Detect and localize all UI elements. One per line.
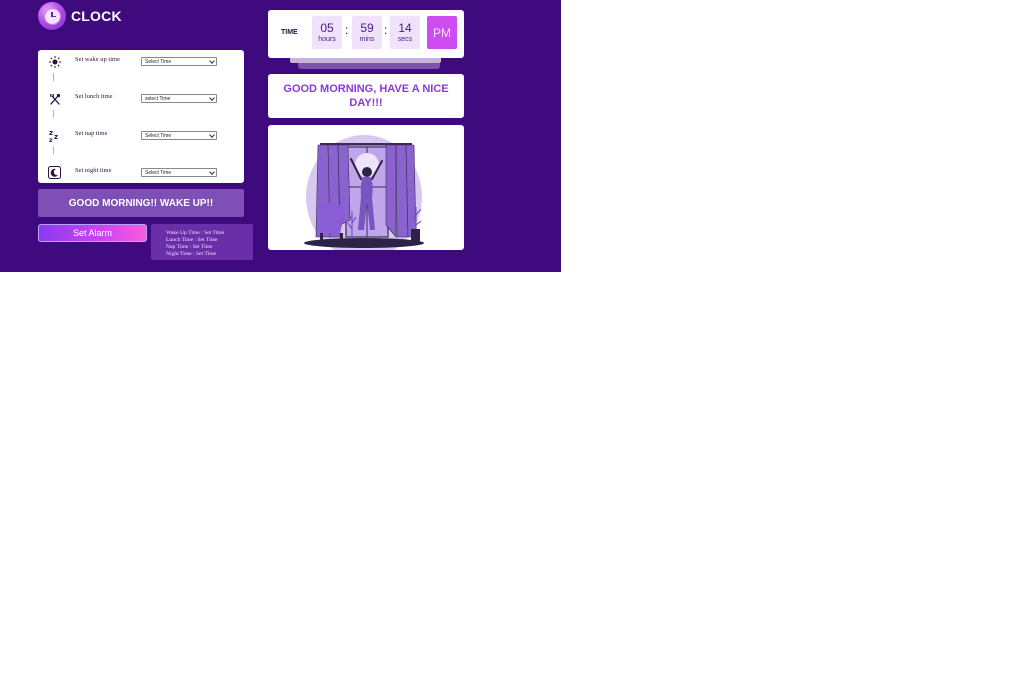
wake-up-banner: GOOD MORNING!! WAKE UP!! bbox=[38, 189, 244, 217]
set-alarm-button[interactable]: Set Alarm bbox=[38, 224, 147, 242]
lunch-time-label: Set lunch time bbox=[75, 93, 113, 100]
nap-time-select[interactable]: Select Time bbox=[141, 131, 217, 140]
seconds-value: 14 bbox=[398, 21, 412, 35]
time-label: TIME bbox=[281, 29, 298, 36]
night-time-label: Set night time bbox=[75, 167, 112, 174]
summary-nap: Nap Time : Set Time bbox=[166, 244, 213, 250]
schedule-row-lunch: Set lunch time select Time bbox=[38, 91, 244, 107]
chevron-down-icon bbox=[209, 95, 215, 101]
hours-unit: hours bbox=[318, 36, 336, 43]
schedule-row-wake: Set wake up time Select Time bbox=[38, 54, 244, 70]
schedule-row-nap: zzz Set nap time Select Time bbox=[38, 128, 244, 144]
sleep-zzz-icon: zzz bbox=[48, 129, 61, 142]
time-separator: : bbox=[384, 23, 388, 37]
morning-illustration bbox=[268, 125, 464, 250]
seconds-unit: secs bbox=[397, 36, 413, 43]
chevron-down-icon bbox=[209, 169, 215, 175]
minutes-value: 59 bbox=[360, 21, 374, 35]
svg-text:z: z bbox=[49, 129, 53, 137]
svg-text:z: z bbox=[54, 133, 58, 141]
moon-icon bbox=[48, 166, 61, 179]
hours-box: 05 hours bbox=[312, 16, 342, 49]
summary-lunch: Lunch Time : Set Time bbox=[166, 237, 218, 243]
timeline-connector bbox=[53, 146, 54, 154]
minutes-box: 59 mins bbox=[352, 16, 382, 49]
time-separator: : bbox=[345, 23, 349, 37]
app-container: CLOCK Set wake up time Select Time Set l… bbox=[0, 0, 561, 272]
nap-time-label: Set nap time bbox=[75, 130, 108, 137]
minutes-unit: mins bbox=[359, 36, 375, 43]
timeline-connector bbox=[53, 110, 54, 118]
lunch-time-select[interactable]: select Time bbox=[141, 94, 217, 103]
schedule-panel: Set wake up time Select Time Set lunch t… bbox=[38, 50, 244, 183]
timeline-connector bbox=[53, 73, 54, 81]
clock-logo-icon bbox=[38, 2, 66, 30]
app-title: CLOCK bbox=[71, 8, 122, 24]
wake-time-label: Set wake up time bbox=[75, 56, 120, 63]
card-stack-shadow bbox=[298, 63, 440, 69]
chevron-down-icon bbox=[209, 58, 215, 64]
svg-text:z: z bbox=[49, 137, 53, 142]
summary-night: Night Time : Set Time bbox=[166, 251, 217, 257]
greeting-message: GOOD MORNING, HAVE A NICE DAY!!! bbox=[268, 74, 464, 118]
utensils-icon bbox=[48, 92, 61, 105]
chevron-down-icon bbox=[209, 132, 215, 138]
clock-display: TIME 05 hours : 59 mins : 14 secs PM bbox=[268, 10, 464, 58]
schedule-row-night: Set night time Select Time bbox=[38, 165, 244, 181]
night-time-select[interactable]: Select Time bbox=[141, 168, 217, 177]
sun-icon bbox=[48, 55, 61, 68]
ampm-indicator: PM bbox=[427, 16, 457, 49]
wake-time-select[interactable]: Select Time bbox=[141, 57, 217, 66]
seconds-box: 14 secs bbox=[390, 16, 420, 49]
hours-value: 05 bbox=[320, 21, 334, 35]
app-logo: CLOCK bbox=[38, 2, 122, 30]
summary-wake: Wake Up Time : Set Time bbox=[166, 230, 225, 236]
alarm-summary-panel: Wake Up Time : Set Time Lunch Time : Set… bbox=[151, 224, 253, 260]
